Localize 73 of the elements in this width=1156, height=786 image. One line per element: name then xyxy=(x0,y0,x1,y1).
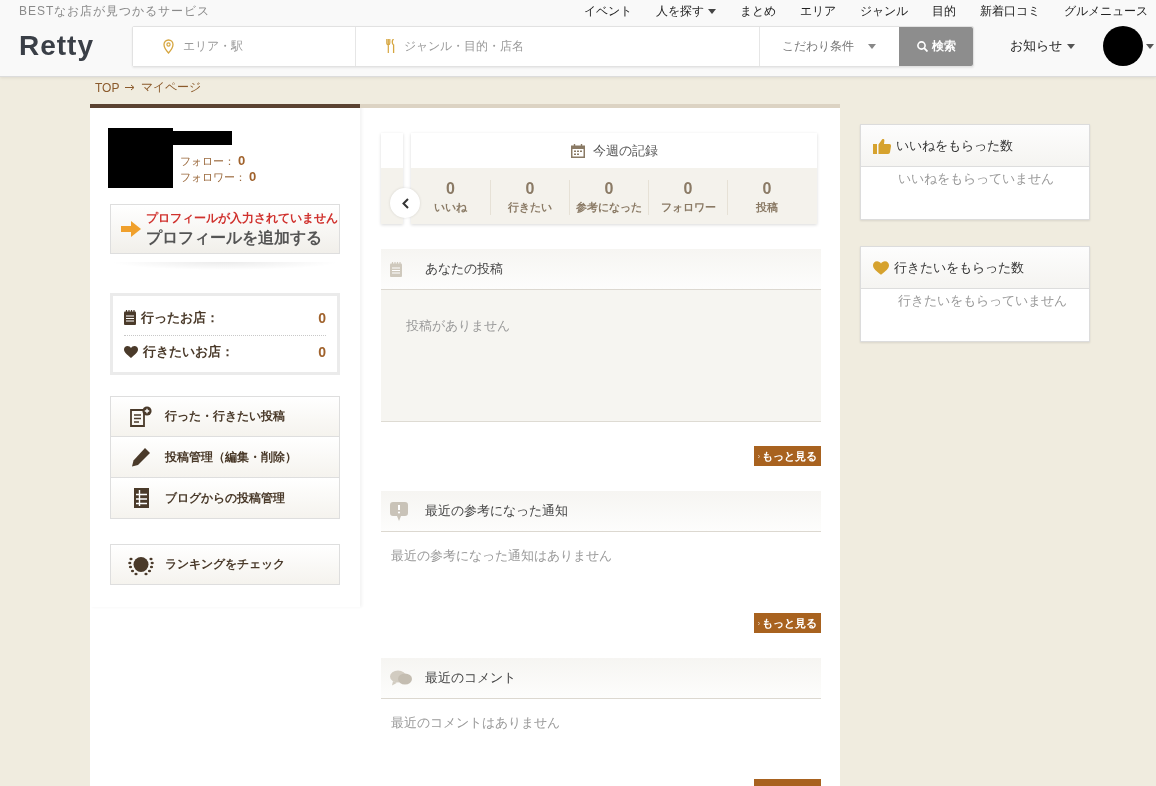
chevron-left-icon xyxy=(401,197,409,209)
stat-label: 行きたい xyxy=(508,201,552,215)
shop-count-label: 行きたいお店： xyxy=(143,343,234,361)
menu-item[interactable]: ブログからの投稿管理 xyxy=(110,478,340,519)
nav-link[interactable]: エリア xyxy=(800,2,836,20)
heart-icon xyxy=(873,260,889,275)
empty-message: 最近の参考になった通知はありません xyxy=(391,547,613,565)
stat-value: 0 xyxy=(604,180,614,198)
notice-dropdown[interactable]: お知らせ xyxy=(1010,37,1075,55)
filter-dropdown[interactable]: こだわり条件 xyxy=(759,26,900,66)
follow-stat[interactable]: フォロー： 0 xyxy=(180,153,257,169)
caret-icon xyxy=(1146,43,1154,49)
more-button[interactable]: もっと見る xyxy=(754,613,821,633)
chat-bubbles-icon xyxy=(390,670,412,686)
nav-link[interactable]: 新着口コミ xyxy=(980,2,1040,20)
area-search-field[interactable]: エリア・駅 xyxy=(133,26,356,66)
heart-icon xyxy=(124,346,138,358)
search-icon xyxy=(916,40,928,52)
notepad-icon xyxy=(124,310,136,325)
empty-message: 行きたいをもらっていません xyxy=(897,292,1068,310)
user-avatar[interactable] xyxy=(1103,26,1143,66)
stat-value: 0 xyxy=(762,180,772,198)
notepad-icon xyxy=(390,261,402,277)
fork-knife-icon xyxy=(385,39,395,53)
empty-message: いいねをもらっていません xyxy=(897,170,1055,188)
stat-value: 0 xyxy=(683,180,693,198)
calendar-icon xyxy=(570,143,585,158)
section-title: 最近の参考になった通知 xyxy=(425,502,568,520)
caret-icon xyxy=(1067,43,1075,49)
breadcrumb-link[interactable]: TOP xyxy=(95,80,120,95)
nav-link[interactable]: グルメニュース xyxy=(1064,2,1148,20)
stat-label: 投稿 xyxy=(756,201,778,215)
redaction-bar xyxy=(173,131,232,145)
pencil-icon xyxy=(131,447,151,467)
follow-stat[interactable]: フォロワー： 0 xyxy=(180,169,257,185)
empty-message: 最近のコメントはありません xyxy=(391,714,561,732)
area-input[interactable]: エリア・駅 xyxy=(183,26,355,66)
arrow-icon xyxy=(125,84,136,91)
nav-link[interactable]: ジャンル xyxy=(860,2,908,20)
card-title: 行きたいをもらった数 xyxy=(894,258,1024,277)
shop-count-value: 0 xyxy=(318,309,326,326)
arrow-right-icon xyxy=(121,221,141,237)
section-title: あなたの投稿 xyxy=(425,260,503,278)
menu-item[interactable]: 行った・行きたい投稿 xyxy=(110,396,340,437)
nav-link[interactable]: 人を探す xyxy=(656,2,716,20)
location-pin-icon xyxy=(163,38,174,54)
grid-list-icon xyxy=(133,488,149,508)
section-title: 最近のコメント xyxy=(425,669,516,687)
more-button[interactable]: もっと見る xyxy=(754,446,821,466)
stat-label: フォロワー xyxy=(660,201,716,215)
stat-label: 参考になった xyxy=(576,201,642,215)
ranking-button[interactable]: ランキングをチェック xyxy=(110,544,340,585)
add-profile-button[interactable]: プロフィールが入力されていません プロフィールを追加する xyxy=(110,204,340,254)
nav-link[interactable]: イベント xyxy=(584,2,632,20)
caret-icon xyxy=(868,43,877,49)
logo[interactable]: Retty xyxy=(19,30,132,62)
card-title: 今週の記録 xyxy=(592,141,658,160)
empty-message: 投稿がありません xyxy=(406,317,511,335)
thumbs-up-icon xyxy=(873,137,891,154)
nav-link[interactable]: まとめ xyxy=(740,2,776,20)
menu-item[interactable]: 投稿管理（編集・削除） xyxy=(110,437,340,478)
tagline: BESTなお店が見つかるサービス xyxy=(19,2,211,20)
avatar-placeholder xyxy=(108,128,173,188)
alert-bubble-icon xyxy=(390,501,408,521)
shop-count-label: 行ったお店： xyxy=(141,308,219,327)
stat-value: 0 xyxy=(446,180,455,198)
nav-link[interactable]: 目的 xyxy=(932,2,956,20)
shop-count-value: 0 xyxy=(318,344,326,360)
stat-value: 0 xyxy=(525,180,535,198)
card-title: いいねをもらった数 xyxy=(896,136,1013,155)
stat-label: いいね xyxy=(434,201,467,215)
note-plus-icon xyxy=(130,406,152,427)
breadcrumb-current: マイページ xyxy=(141,79,202,96)
